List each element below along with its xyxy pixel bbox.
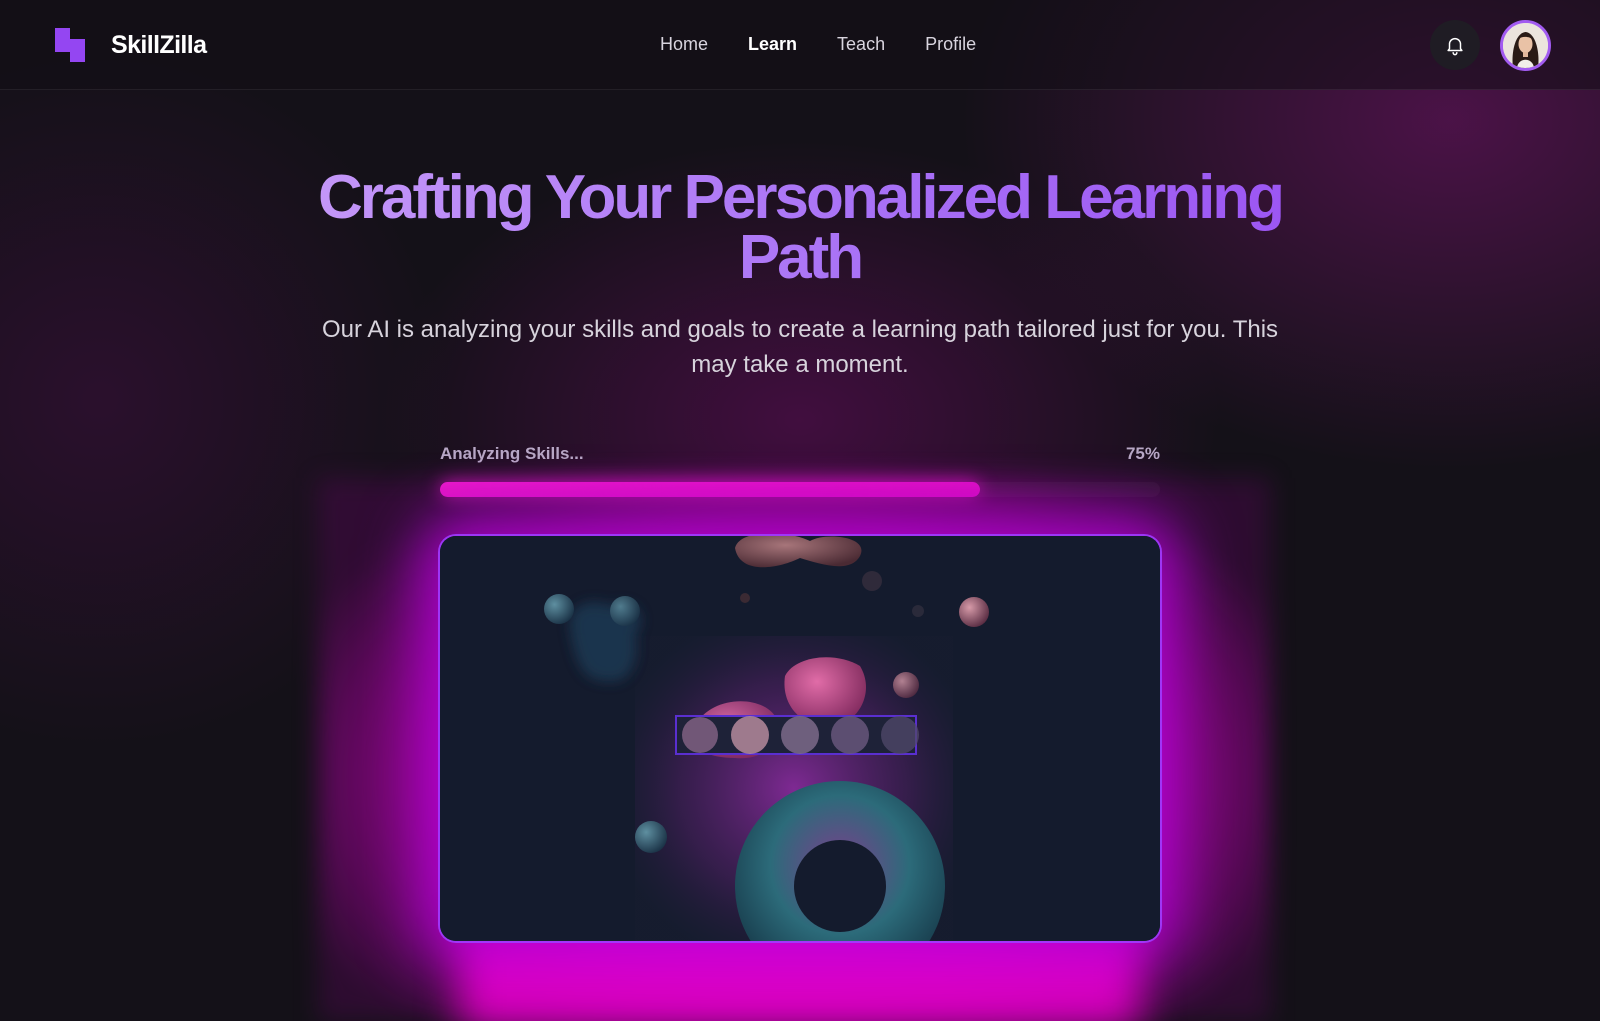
brand[interactable]: SkillZilla [55, 28, 207, 62]
glow-backdrop-bottom [460, 930, 1140, 1021]
loader-sphere-3 [781, 716, 819, 754]
loader-sphere-5 [881, 716, 919, 754]
orb-left-2 [610, 596, 640, 626]
page: SkillZilla Home Learn Teach Profile Craf… [0, 0, 1600, 1021]
bell-icon [1447, 37, 1463, 56]
skillzilla-logo-icon [55, 28, 85, 62]
progress-percent: 75% [1125, 444, 1160, 463]
abstract-3d-scene [440, 536, 1160, 941]
dot-2 [862, 571, 882, 591]
loader-sphere-4 [831, 716, 869, 754]
main-nav: Home Learn Teach Profile [660, 34, 976, 55]
orb-lower-left [635, 821, 667, 853]
brand-name: SkillZilla [111, 30, 207, 59]
nav-item-learn[interactable]: Learn [748, 34, 797, 55]
nav-item-home[interactable]: Home [660, 34, 708, 55]
notifications-button[interactable] [1430, 20, 1480, 70]
dot-1 [740, 593, 750, 603]
orb-center-right [893, 672, 919, 698]
top-navigation-bar: SkillZilla Home Learn Teach Profile [0, 0, 1600, 90]
loader-sphere-1 [682, 717, 718, 753]
nav-item-profile[interactable]: Profile [925, 34, 976, 55]
orb-left-1 [544, 594, 574, 624]
loader-sphere-2 [731, 716, 769, 754]
nav-item-teach[interactable]: Teach [837, 34, 885, 55]
page-title: Crafting Your Personalized Learning Path [250, 167, 1350, 289]
ai-processing-illustration [440, 536, 1160, 941]
user-avatar[interactable] [1500, 20, 1551, 71]
avatar-portrait [1503, 23, 1548, 68]
dot-3 [912, 605, 924, 617]
orb-right [959, 597, 989, 627]
progress-status-label: Analyzing Skills... [440, 444, 584, 463]
page-subtitle: Our AI is analyzing your skills and goal… [321, 316, 1279, 378]
